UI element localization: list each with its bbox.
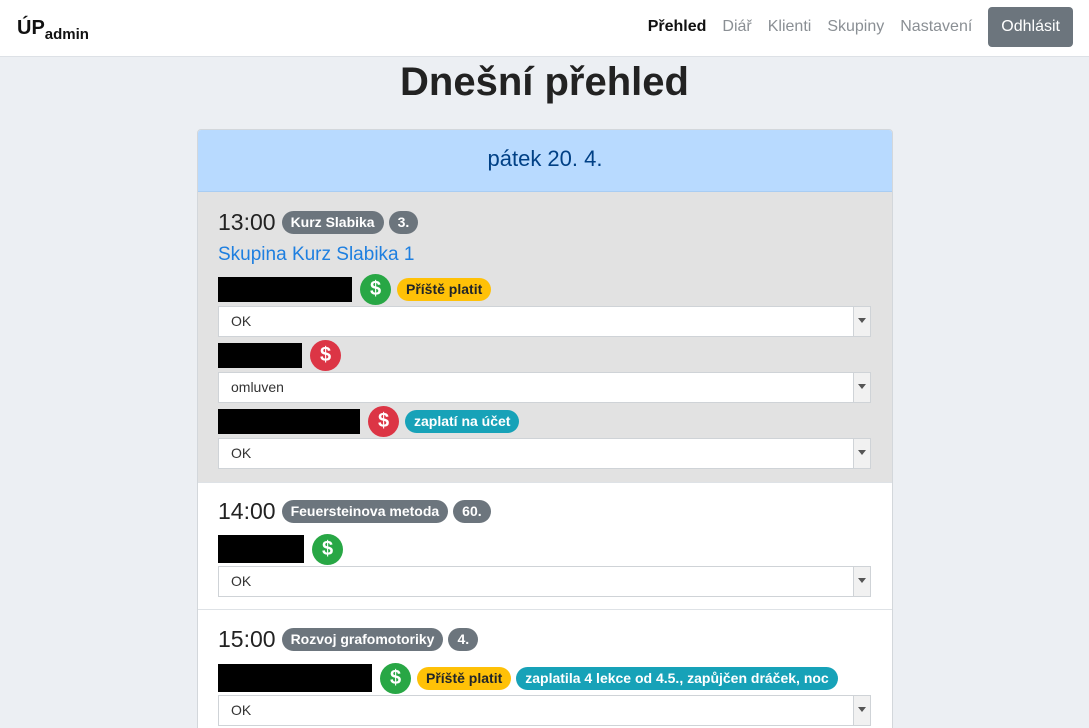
dollar-icon[interactable]: $ [310, 339, 341, 371]
attendance-value: OK [231, 445, 252, 461]
dollar-icon[interactable]: $ [312, 533, 343, 565]
chevron-down-icon[interactable] [853, 696, 870, 725]
attendance-select[interactable]: omluven [218, 372, 871, 403]
nav-item-diar[interactable]: Diář [722, 18, 751, 36]
group-link[interactable]: Skupina Kurz Slabika 1 [218, 244, 872, 270]
redacted-name [218, 276, 352, 302]
nav-item-skupiny[interactable]: Skupiny [827, 18, 884, 36]
student-row: $ zaplatí na účet [218, 404, 872, 438]
lesson-number-badge: 4. [448, 627, 479, 651]
lesson-item: 14:00 Feuersteinova metoda 60. $ OK [198, 483, 892, 610]
student-row: $ [218, 532, 872, 566]
nav-links: Přehled Diář Klienti Skupiny Nastavení O… [648, 7, 1073, 47]
student-row: $ Příště platit zaplatila 4 lekce od 4.5… [218, 661, 872, 695]
redacted-name [218, 342, 302, 368]
day-card: pátek 20. 4. 13:00 Kurz Slabika 3. Skupi… [197, 129, 893, 728]
lesson-item: 15:00 Rozvoj grafomotoriky 4. $ Příště p… [198, 610, 892, 728]
logout-button[interactable]: Odhlásit [988, 7, 1073, 47]
student-row: $ [218, 338, 872, 372]
attendance-value: OK [231, 702, 252, 718]
nav-item-nastaveni[interactable]: Nastavení [900, 18, 972, 36]
chevron-down-icon[interactable] [853, 373, 870, 402]
note-badge: Příště platit [417, 666, 512, 690]
dollar-icon[interactable]: $ [368, 405, 399, 437]
note-badge: zaplatila 4 lekce od 4.5., zapůjčen dráč… [516, 666, 838, 690]
lesson-item: 13:00 Kurz Slabika 3. Skupina Kurz Slabi… [198, 192, 892, 483]
chevron-down-icon[interactable] [853, 439, 870, 468]
chevron-down-icon[interactable] [853, 307, 870, 336]
nav-item-prehled[interactable]: Přehled [648, 18, 707, 36]
note-badge: zaplatí na účet [405, 409, 520, 433]
lesson-time: 14:00 [218, 497, 276, 524]
lesson-time: 15:00 [218, 625, 276, 652]
brand-sub: admin [44, 26, 89, 43]
page-title: Dnešní přehled [400, 60, 689, 104]
attendance-select[interactable]: OK [218, 306, 871, 337]
attendance-select[interactable]: OK [218, 566, 871, 597]
lesson-time: 13:00 [218, 208, 276, 235]
lesson-number-badge: 3. [388, 210, 419, 234]
course-badge: Kurz Slabika [281, 210, 384, 234]
attendance-select[interactable]: OK [218, 438, 871, 469]
dollar-icon[interactable]: $ [360, 273, 391, 305]
brand-main: ÚP [17, 17, 45, 39]
attendance-select[interactable]: OK [218, 695, 871, 726]
lesson-head: 15:00 Rozvoj grafomotoriky 4. [218, 624, 872, 654]
brand-logo[interactable]: ÚPadmin [17, 17, 89, 43]
attendance-value: omluven [231, 379, 284, 395]
chevron-down-icon[interactable] [853, 567, 870, 596]
redacted-name [218, 408, 360, 434]
lesson-head: 14:00 Feuersteinova metoda 60. [218, 496, 872, 526]
dollar-icon[interactable]: $ [380, 662, 411, 694]
attendance-value: OK [231, 573, 252, 589]
student-row: $ Příště platit [218, 272, 872, 306]
note-badge: Příště platit [397, 277, 492, 301]
attendance-value: OK [231, 313, 252, 329]
navbar: ÚPadmin Přehled Diář Klienti Skupiny Nas… [0, 0, 1089, 57]
day-header: pátek 20. 4. [198, 130, 892, 192]
redacted-name [218, 535, 304, 563]
redacted-name [218, 664, 372, 692]
nav-item-klienti[interactable]: Klienti [768, 18, 812, 36]
course-badge: Rozvoj grafomotoriky [281, 627, 444, 651]
lesson-head: 13:00 Kurz Slabika 3. [218, 207, 872, 237]
course-badge: Feuersteinova metoda [281, 499, 449, 523]
lesson-number-badge: 60. [453, 499, 491, 523]
